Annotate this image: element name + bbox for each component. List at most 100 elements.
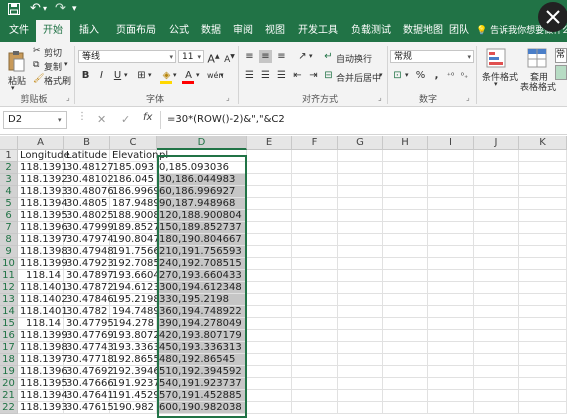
cell-c15[interactable]: 194.278 — [110, 318, 157, 330]
cell-b16[interactable]: 30.47769 — [64, 330, 114, 342]
decrease-indent-icon[interactable]: ⇤ — [291, 69, 304, 82]
cell-h22[interactable] — [383, 402, 428, 414]
cell-i9[interactable] — [428, 246, 474, 258]
cell-k7[interactable] — [519, 222, 567, 234]
undo-icon[interactable]: ↶ — [30, 1, 41, 17]
cell-b8[interactable]: 30.47974 — [64, 234, 114, 246]
cell-j10[interactable] — [474, 258, 519, 270]
cell-g19[interactable] — [338, 366, 383, 378]
copy-icon[interactable]: ⧉ — [33, 60, 39, 70]
column-header-i[interactable]: I — [428, 136, 474, 150]
font-size-combo[interactable]: 11 ▾ — [178, 50, 204, 63]
cell-k1[interactable] — [519, 150, 567, 162]
cell-d7[interactable]: 150,189.852737 — [157, 222, 247, 234]
cell-d6[interactable]: 120,188.900804 — [157, 210, 247, 222]
formula-bar-grip-icon[interactable]: ⋮ — [77, 111, 87, 122]
borders-dropdown-icon[interactable]: ▾ — [148, 71, 152, 79]
cell-e11[interactable] — [247, 270, 292, 282]
font-launcher-icon[interactable]: ⌟ — [226, 93, 230, 102]
cell-c10[interactable]: 192.7085 — [110, 258, 160, 270]
cell-a21[interactable]: 118.1394 — [18, 390, 68, 402]
cell-f9[interactable] — [292, 246, 338, 258]
formula-input[interactable]: =30*(ROW()-2)&","&C2 — [160, 111, 565, 129]
paste-dropdown-icon[interactable]: ▾ — [11, 84, 15, 92]
accounting-format-icon[interactable]: ⊡ — [391, 69, 404, 82]
cell-b9[interactable]: 30.47948 — [64, 246, 114, 258]
cell-i19[interactable] — [428, 366, 474, 378]
cell-f12[interactable] — [292, 282, 338, 294]
cell-h8[interactable] — [383, 234, 428, 246]
redo-icon[interactable]: ↷ — [55, 1, 66, 17]
cell-b3[interactable]: 30.48102 — [64, 174, 114, 186]
shrink-font-button[interactable]: A▼ — [223, 50, 236, 65]
row-header[interactable]: 14 — [0, 306, 18, 318]
cell-e21[interactable] — [247, 390, 292, 402]
cell-b19[interactable]: 30.47692 — [64, 366, 114, 378]
row-header[interactable]: 2 — [0, 162, 18, 174]
accounting-dropdown-icon[interactable]: ▾ — [405, 71, 409, 79]
grow-font-button[interactable]: A▲ — [207, 50, 220, 66]
column-header-f[interactable]: F — [292, 136, 338, 150]
tab-data-map[interactable]: 数据地图 — [397, 20, 449, 42]
tab-file[interactable]: 文件 — [4, 20, 34, 42]
cell-d8[interactable]: 180,190.804667 — [157, 234, 247, 246]
phonetic-button[interactable]: wén — [207, 69, 224, 82]
cell-g2[interactable] — [338, 162, 383, 174]
cell-j20[interactable] — [474, 378, 519, 390]
cell-g17[interactable] — [338, 342, 383, 354]
borders-icon[interactable]: ⊞ — [135, 69, 148, 82]
row-header[interactable]: 18 — [0, 354, 18, 366]
row-header[interactable]: 12 — [0, 282, 18, 294]
cell-i14[interactable] — [428, 306, 474, 318]
cell-i21[interactable] — [428, 390, 474, 402]
cell-i22[interactable] — [428, 402, 474, 414]
cell-c7[interactable]: 189.8527 — [110, 222, 160, 234]
cell-a19[interactable]: 118.1396 — [18, 366, 68, 378]
cell-b18[interactable]: 30.47718 — [64, 354, 114, 366]
cell-h18[interactable] — [383, 354, 428, 366]
cell-style-swatch[interactable] — [555, 65, 567, 80]
tab-formulas[interactable]: 公式 — [164, 20, 194, 42]
cut-button[interactable]: 剪切 — [44, 46, 62, 59]
cell-h10[interactable] — [383, 258, 428, 270]
cell-h15[interactable] — [383, 318, 428, 330]
cell-b17[interactable]: 30.47743 — [64, 342, 114, 354]
orientation-dropdown-icon[interactable]: ▾ — [309, 52, 313, 60]
cell-i2[interactable] — [428, 162, 474, 174]
cell-f10[interactable] — [292, 258, 338, 270]
cell-k18[interactable] — [519, 354, 567, 366]
cell-a9[interactable]: 118.1398 — [18, 246, 68, 258]
cell-g22[interactable] — [338, 402, 383, 414]
cell-f19[interactable] — [292, 366, 338, 378]
cell-a1[interactable]: Longitude — [18, 150, 70, 162]
cell-d15[interactable]: 390,194.278049 — [157, 318, 247, 330]
increase-decimal-icon[interactable]: ⁺⁰ — [444, 69, 457, 82]
cell-h14[interactable] — [383, 306, 428, 318]
tab-load-test[interactable]: 负载测试 — [345, 20, 397, 42]
cell-c12[interactable]: 194.6123 — [110, 282, 160, 294]
name-box-dropdown-icon[interactable]: ▾ — [58, 111, 62, 129]
cell-k19[interactable] — [519, 366, 567, 378]
row-header[interactable]: 17 — [0, 342, 18, 354]
cell-e7[interactable] — [247, 222, 292, 234]
cell-e14[interactable] — [247, 306, 292, 318]
cell-e10[interactable] — [247, 258, 292, 270]
cell-e2[interactable] — [247, 162, 292, 174]
cell-c16[interactable]: 193.8072 — [110, 330, 160, 342]
row-header[interactable]: 8 — [0, 234, 18, 246]
align-center-icon[interactable]: ☰ — [259, 69, 272, 82]
cell-i3[interactable] — [428, 174, 474, 186]
bottom-align-icon[interactable]: ≡ — [275, 50, 288, 63]
cell-i13[interactable] — [428, 294, 474, 306]
cell-d9[interactable]: 210,191.756593 — [157, 246, 247, 258]
cell-j14[interactable] — [474, 306, 519, 318]
cell-f6[interactable] — [292, 210, 338, 222]
cell-g20[interactable] — [338, 378, 383, 390]
cell-h4[interactable] — [383, 186, 428, 198]
cell-h19[interactable] — [383, 366, 428, 378]
italic-button[interactable]: I — [95, 69, 108, 82]
paste-icon[interactable] — [8, 50, 26, 72]
row-header[interactable]: 7 — [0, 222, 18, 234]
cell-b22[interactable]: 30.47615 — [64, 402, 114, 414]
cell-f18[interactable] — [292, 354, 338, 366]
